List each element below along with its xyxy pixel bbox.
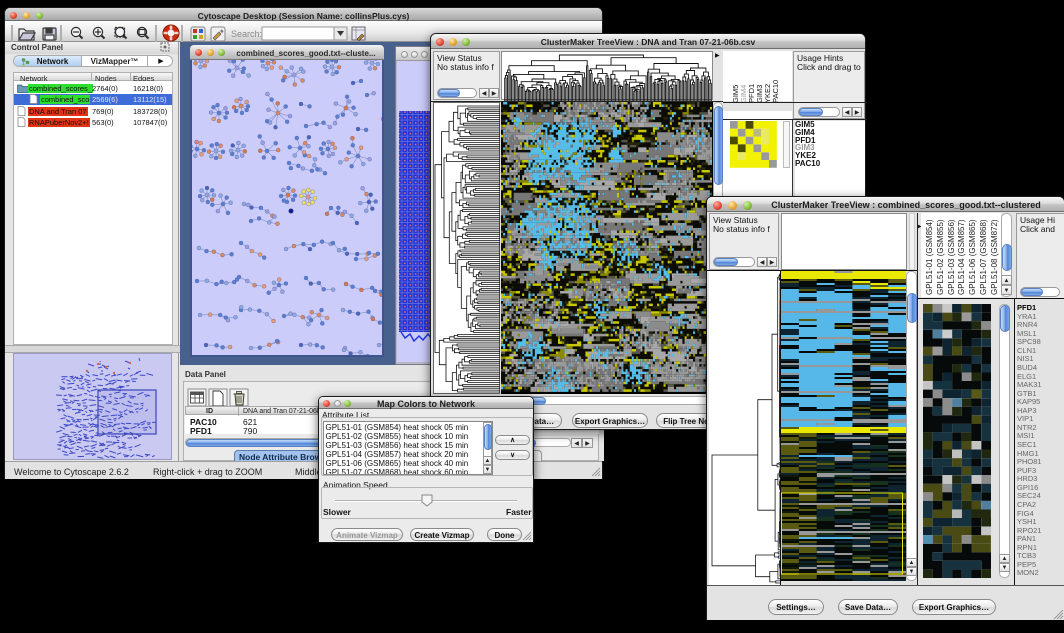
svg-text:Search:: Search:: [231, 29, 262, 39]
